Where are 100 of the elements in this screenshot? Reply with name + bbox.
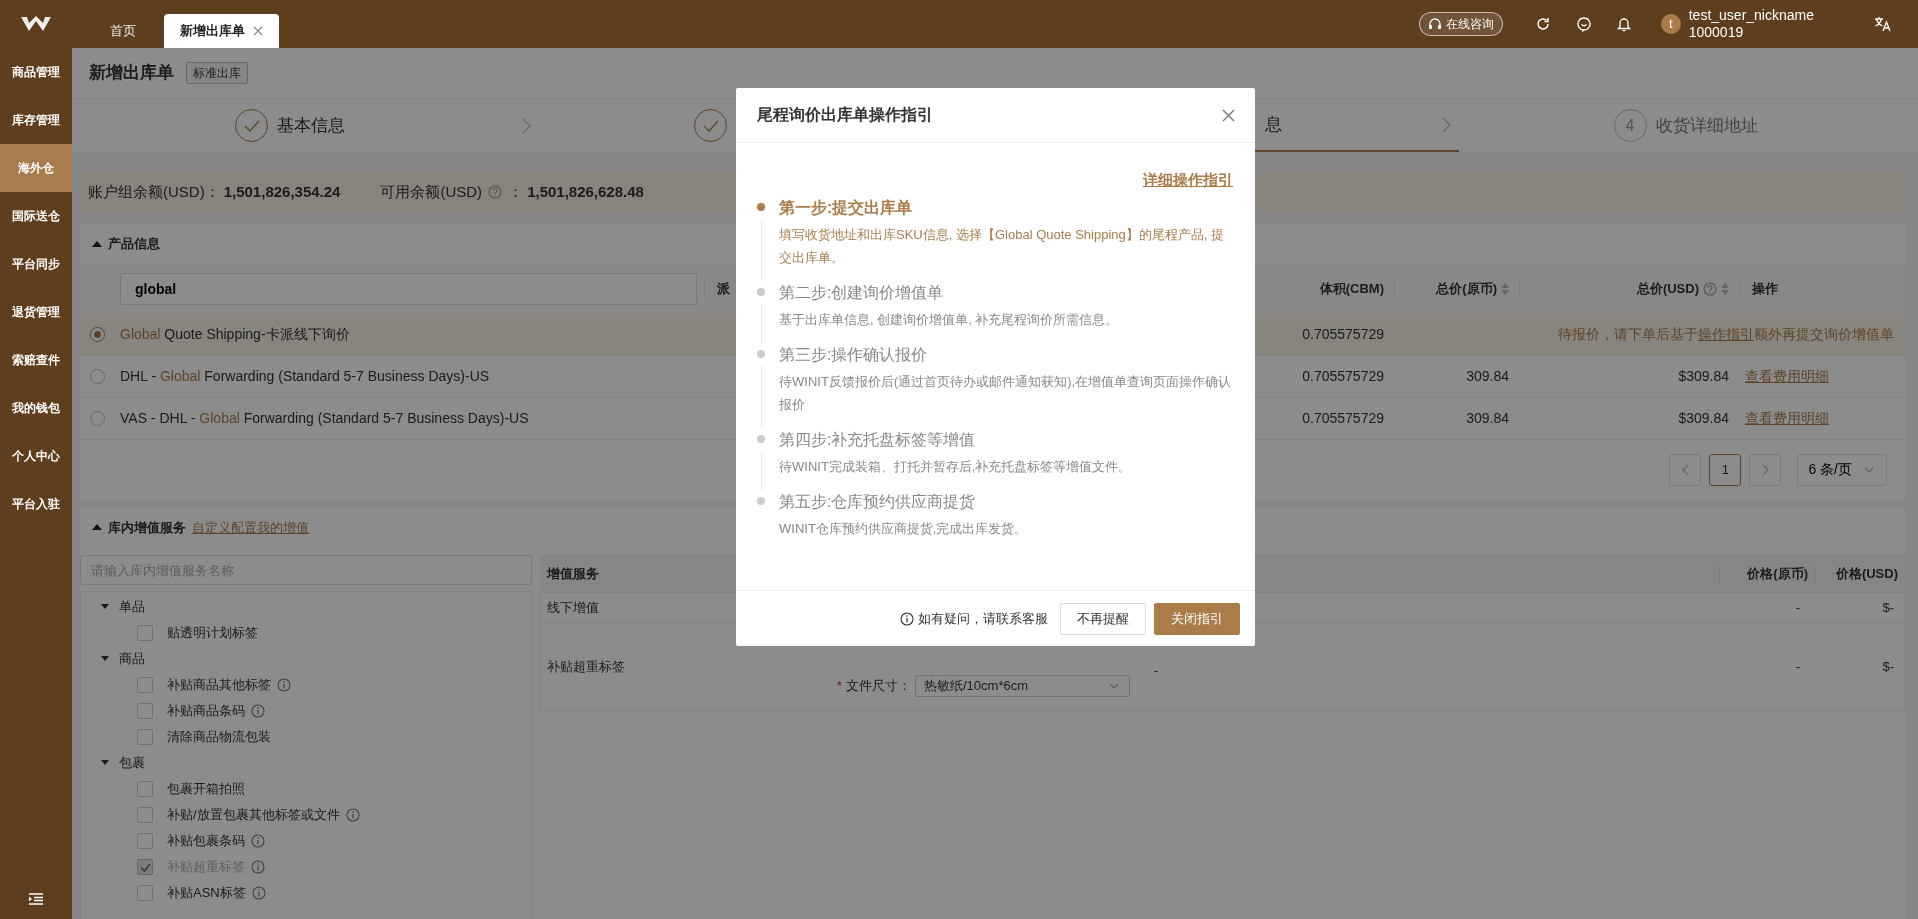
checkbox[interactable] (137, 833, 153, 849)
sort-icon[interactable] (1721, 282, 1729, 295)
sidebar-item[interactable]: 我的钱包 (0, 384, 72, 432)
caret-icon[interactable] (101, 760, 109, 766)
refresh-icon[interactable] (1534, 16, 1551, 32)
product-name[interactable]: Global Quote Shipping-卡派线下询价 (120, 323, 704, 345)
step-label: 收货详细地址 (1655, 114, 1758, 137)
step-description: 基于出库单信息, 创建询价增值单, 补充尾程询价所需信息。 (779, 310, 1119, 329)
column-header: 总价(USD) (1636, 279, 1699, 298)
table-cell: 0.705575729 (1302, 325, 1384, 342)
checkbox[interactable] (137, 677, 153, 693)
status-note: 待报价，请下单后基于操作指引额外再提交询价增值单 (1558, 325, 1894, 342)
sidebar-item[interactable]: 索赔查件 (0, 336, 72, 384)
radio-button[interactable] (90, 368, 105, 384)
sidebar-item[interactable]: 库存管理 (0, 96, 72, 144)
column-header: 总价(原币) (1436, 279, 1497, 298)
radio-button[interactable] (90, 410, 105, 426)
tree-item-label: 补贴ASN标签 (167, 884, 246, 903)
radio-button[interactable] (90, 326, 105, 342)
checkbox[interactable] (137, 703, 153, 719)
checkbox[interactable] (137, 729, 153, 745)
consult-button[interactable]: 在线咨询 (1418, 12, 1503, 36)
caret-icon[interactable] (101, 656, 109, 662)
table-cell: - (1795, 658, 1800, 674)
page-tab[interactable]: 新增出库单 (164, 14, 279, 48)
table-cell: 0.705575729 (1302, 409, 1384, 426)
sidebar-item[interactable]: 商品管理 (0, 48, 72, 96)
table-cell: 线下增值 (547, 599, 599, 615)
page-button[interactable]: 1 (1709, 453, 1742, 486)
tree-group-label: 包裹 (119, 754, 145, 773)
tree-item-label: 清除商品物流包装 (167, 728, 271, 747)
balance-label: 可用余额(USD) (380, 181, 483, 202)
user-avatar[interactable]: t (1660, 14, 1681, 34)
check-icon (243, 119, 260, 132)
prev-page-button[interactable] (1669, 453, 1702, 486)
tree-item-label: 补贴商品其他标签 (167, 676, 271, 695)
page-title: 新增出库单 (89, 62, 174, 85)
detail-guide-link[interactable]: 详细操作指引 (1143, 169, 1233, 192)
section-title: 产品信息 (108, 235, 160, 253)
column-header: 体积(CBM) (1319, 279, 1384, 298)
page-tab[interactable]: 首页 (72, 14, 164, 48)
step-description: 填写收货地址和出库SKU信息, 选择【Global Quote Shipping】的尾程产品, 提交出库单。 (779, 225, 1225, 267)
tree-item-label: 贴透明计划标签 (167, 624, 258, 643)
checkbox[interactable] (137, 885, 153, 901)
close-icon[interactable] (253, 26, 263, 36)
collapse-icon[interactable] (29, 893, 43, 905)
chevron-right-icon (522, 117, 532, 134)
sidebar-item[interactable]: 平台入驻 (0, 480, 72, 528)
close-icon[interactable] (1222, 108, 1235, 122)
type-tag: 标准出库 (186, 62, 248, 84)
caret-icon[interactable] (101, 604, 109, 610)
caret-icon[interactable] (92, 239, 102, 248)
caret-icon[interactable] (92, 523, 102, 532)
table-cell: 补贴超重标签 (547, 658, 625, 674)
page-size-select[interactable]: 6 条/页 (1797, 453, 1887, 486)
checkbox[interactable] (137, 625, 153, 641)
dismiss-button[interactable]: 不再提醒 (1060, 602, 1146, 635)
logo-icon (20, 15, 52, 33)
info-icon (900, 611, 914, 626)
step-description: 待WINIT反馈报价后(通过首页待办或邮件通知获知),在增值单查询页面操作确认报价 (779, 372, 1233, 414)
balance-label: 账户组余额(USD)： (88, 181, 220, 202)
sort-icon[interactable] (1501, 282, 1509, 295)
sidebar-item[interactable]: 平台同步 (0, 240, 72, 288)
search-field[interactable]: global (120, 272, 697, 305)
dialog-title: 尾程询价出库单操作指引 (757, 105, 933, 125)
table-cell: $- (1882, 599, 1894, 615)
column-header: 派 (717, 280, 730, 296)
chevron-right-icon (1761, 463, 1769, 476)
table-cell: $- (1882, 658, 1894, 674)
sidebar-item[interactable]: 退货管理 (0, 288, 72, 336)
step-description: 待WINIT完成装箱、打托并暂存后,补充托盘标签等增值文件。 (779, 457, 1132, 476)
bell-icon[interactable] (1616, 16, 1631, 32)
help-icon (488, 185, 503, 199)
required-mark: * (836, 676, 842, 695)
checkbox[interactable] (137, 807, 153, 823)
help-note: 如有疑问，请联系客服 (918, 609, 1048, 628)
column-header: 增值服务 (547, 566, 599, 582)
product-name[interactable]: VAS - DHL - Global Forwarding (Standard 5-7 Business Days)-US (120, 407, 704, 429)
file-size-select[interactable]: 热敏纸/10cm*6cm (915, 674, 1130, 697)
table-cell: 309.84 (1466, 409, 1509, 426)
sidebar-item[interactable]: 国际送仓 (0, 192, 72, 240)
next-page-button[interactable] (1749, 453, 1782, 486)
sidebar-item[interactable]: 个人中心 (0, 432, 72, 480)
user-id: 1000019 (1688, 24, 1745, 41)
sidebar-item[interactable]: 海外仓 (0, 144, 72, 192)
step-description: WINIT仓库预约供应商提货,完成出库发货。 (779, 519, 1028, 538)
chevron-right-icon (1441, 116, 1451, 133)
checkbox[interactable] (137, 781, 153, 797)
balance-value: 1,501,826,628.48 (527, 181, 644, 202)
check-icon (139, 862, 151, 872)
field-label: 文件尺寸： (846, 676, 911, 695)
step-title: 第一步:提交出库单 (779, 197, 914, 218)
balance-value: 1,501,826,354.24 (223, 181, 341, 202)
column-header: 价格(USD) (1835, 566, 1898, 582)
translate-icon[interactable] (1874, 16, 1892, 32)
close-guide-button[interactable]: 关闭指引 (1154, 602, 1240, 635)
step-title: 第三步:操作确认报价 (779, 344, 929, 365)
smiley-icon[interactable] (1575, 16, 1592, 32)
product-name[interactable]: DHL - Global Forwarding (Standard 5-7 Business Days)-US (120, 365, 704, 387)
colon-text: ： (508, 181, 524, 202)
